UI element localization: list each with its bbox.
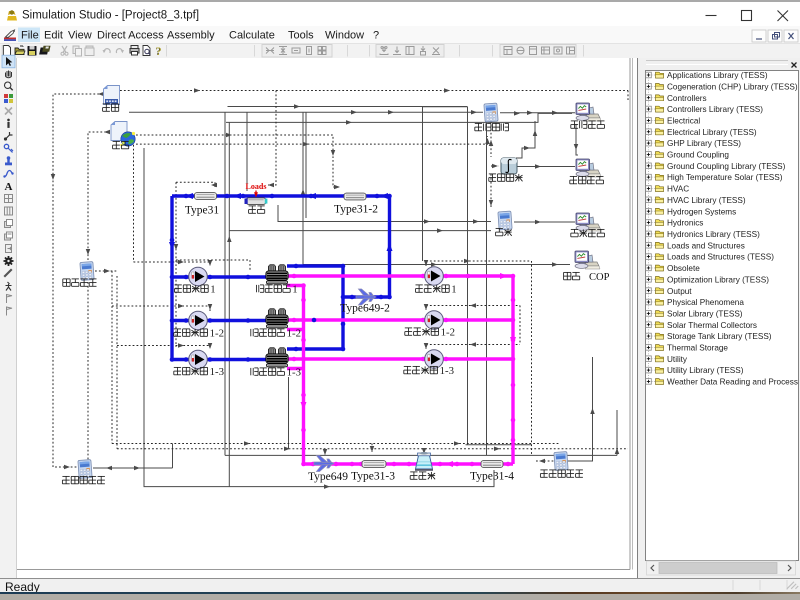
svg-text:Type31: Type31 xyxy=(185,205,220,217)
svg-text:Electrical: Electrical xyxy=(667,117,700,126)
svg-text:Utility: Utility xyxy=(667,355,688,364)
svg-text:A: A xyxy=(5,181,13,193)
svg-text:?: ? xyxy=(156,44,161,58)
svg-text:Physical Phenomena: Physical Phenomena xyxy=(667,298,744,307)
svg-text:Obsolete: Obsolete xyxy=(667,264,700,273)
svg-text:GHP Library (TESS): GHP Library (TESS) xyxy=(667,139,741,148)
svg-text:Type31-4: Type31-4 xyxy=(470,471,514,483)
svg-text:Cogeneration (CHP) Library (TE: Cogeneration (CHP) Library (TESS) xyxy=(667,82,798,91)
svg-text:Type649: Type649 xyxy=(308,471,348,483)
svg-text:Thermal Storage: Thermal Storage xyxy=(667,344,728,353)
svg-text:Loads: Loads xyxy=(246,182,267,191)
svg-text:Window: Window xyxy=(325,30,364,42)
svg-text:HVAC Library (TESS): HVAC Library (TESS) xyxy=(667,196,746,205)
svg-text:Edit: Edit xyxy=(44,30,63,42)
svg-text:Ground Coupling Library (TESS): Ground Coupling Library (TESS) xyxy=(667,162,786,171)
svg-text:Controllers: Controllers xyxy=(667,94,707,103)
svg-text:Controllers Library (TESS): Controllers Library (TESS) xyxy=(667,105,763,114)
svg-text:1: 1 xyxy=(210,284,215,296)
svg-text:HVAC: HVAC xyxy=(667,185,689,194)
svg-text:1: 1 xyxy=(292,284,297,296)
svg-text:1-2: 1-2 xyxy=(441,327,455,339)
svg-text:Output: Output xyxy=(667,287,692,296)
svg-text:Solar Thermal Collectors: Solar Thermal Collectors xyxy=(667,321,757,330)
svg-text:Weather Data Reading and Proce: Weather Data Reading and Process xyxy=(667,378,798,387)
svg-text:Solar Library (TESS): Solar Library (TESS) xyxy=(667,310,743,319)
svg-text:1: 1 xyxy=(451,284,456,296)
svg-text:1-3: 1-3 xyxy=(440,365,454,377)
svg-text:?: ? xyxy=(373,30,379,42)
svg-text:Hydrogen Systems: Hydrogen Systems xyxy=(667,207,736,216)
svg-text:Assembly: Assembly xyxy=(167,30,215,42)
svg-text:1-3: 1-3 xyxy=(210,366,224,378)
svg-text:Utility Library (TESS): Utility Library (TESS) xyxy=(667,366,744,375)
svg-text:1-2: 1-2 xyxy=(210,328,224,340)
svg-text:Electrical Library (TESS): Electrical Library (TESS) xyxy=(667,128,757,137)
svg-text:1-3: 1-3 xyxy=(287,367,301,379)
svg-text:Simulation Studio - [Project8_: Simulation Studio - [Project8_3.tpf] xyxy=(22,10,199,22)
svg-text:Loads and Structures (TESS): Loads and Structures (TESS) xyxy=(667,253,774,262)
svg-text:COP: COP xyxy=(589,272,610,283)
svg-text:View: View xyxy=(68,30,92,42)
svg-text:Type31-3: Type31-3 xyxy=(351,471,395,483)
svg-text:High Temperature Solar (TESS): High Temperature Solar (TESS) xyxy=(667,173,783,182)
svg-text:File: File xyxy=(21,30,39,42)
svg-text:Optimization Library (TESS): Optimization Library (TESS) xyxy=(667,275,769,284)
svg-text:Direct Access: Direct Access xyxy=(97,30,164,42)
svg-text:Loads and Structures: Loads and Structures xyxy=(667,241,745,250)
svg-text:Ground Coupling: Ground Coupling xyxy=(667,151,729,160)
svg-text:Tools: Tools xyxy=(288,30,314,42)
svg-text:Hydronics: Hydronics xyxy=(667,219,703,228)
svg-text:1-2: 1-2 xyxy=(287,328,301,340)
svg-text:Hydronics Library (TESS): Hydronics Library (TESS) xyxy=(667,230,760,239)
svg-text:Calculate: Calculate xyxy=(229,30,275,42)
svg-text:Type31-2: Type31-2 xyxy=(334,204,378,216)
svg-text:Applications Library (TESS): Applications Library (TESS) xyxy=(667,71,768,80)
svg-text:Storage Tank Library (TESS): Storage Tank Library (TESS) xyxy=(667,332,772,341)
svg-text:Type649-2: Type649-2 xyxy=(340,303,390,315)
